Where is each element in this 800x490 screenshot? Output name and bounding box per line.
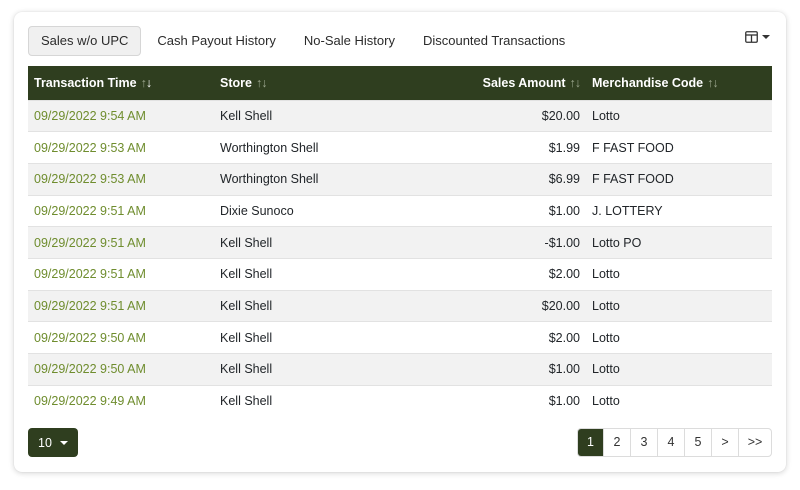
table-row: 09/29/2022 9:54 AM Kell Shell $20.00 Lot… <box>28 100 772 132</box>
table-row: 09/29/2022 9:53 AM Worthington Shell $1.… <box>28 131 772 164</box>
table-columns-icon <box>744 31 758 43</box>
table-row: 09/29/2022 9:51 AM Kell Shell $20.00 Lot… <box>28 290 772 322</box>
page-2-button[interactable]: 2 <box>603 429 630 456</box>
page-size-dropdown[interactable]: 10 <box>28 428 78 457</box>
sort-icon[interactable]: ↑↓ <box>707 76 718 90</box>
transaction-time-link[interactable]: 09/29/2022 9:51 AM <box>28 227 214 259</box>
store-cell: Kell Shell <box>220 235 273 250</box>
sales-amount-cell: $1.00 <box>548 394 580 409</box>
last-page-button[interactable]: >> <box>738 429 771 456</box>
table-row: 09/29/2022 9:51 AM Kell Shell $2.00 Lott… <box>28 258 772 291</box>
transactions-table: Transaction Time ↑↓ Store ↑↓ Sales Amount ↑… <box>28 66 772 417</box>
merchandise-code-cell: F FAST FOOD <box>592 140 674 155</box>
chevron-down-icon <box>59 440 68 445</box>
store-cell: Kell Shell <box>220 298 273 313</box>
tab-sales-wo-upc[interactable]: Sales w/o UPC <box>28 26 142 56</box>
header-store[interactable]: Store ↑↓ <box>214 66 404 100</box>
transaction-time-link[interactable]: 09/29/2022 9:51 AM <box>28 258 214 290</box>
transaction-time-link[interactable]: 09/29/2022 9:49 AM <box>28 385 214 417</box>
merchandise-code-cell: Lotto <box>592 298 620 313</box>
sales-amount-cell: $1.99 <box>548 140 580 155</box>
sales-amount-cell: $20.00 <box>541 298 580 313</box>
merchandise-code-cell: Lotto <box>592 108 620 123</box>
store-cell: Kell Shell <box>220 267 273 282</box>
page-1-button[interactable]: 1 <box>578 429 603 456</box>
header-merchandise-code[interactable]: Merchandise Code ↑↓ <box>586 66 772 100</box>
sort-icon[interactable]: ↑↓ <box>141 76 153 90</box>
table-row: 09/29/2022 9:50 AM Kell Shell $1.00 Lott… <box>28 353 772 386</box>
merchandise-code-cell: Lotto <box>592 267 620 282</box>
merchandise-code-cell: J. LOTTERY <box>592 203 663 218</box>
store-cell: Worthington Shell <box>220 172 319 187</box>
tab-discounted-transactions[interactable]: Discounted Transactions <box>411 26 577 56</box>
sales-amount-cell: $1.00 <box>548 203 580 218</box>
store-cell: Kell Shell <box>220 362 273 377</box>
page-3-button[interactable]: 3 <box>630 429 657 456</box>
table-row: 09/29/2022 9:53 AM Worthington Shell $6.… <box>28 163 772 196</box>
transaction-time-link[interactable]: 09/29/2022 9:50 AM <box>28 322 214 354</box>
merchandise-code-cell: Lotto <box>592 362 620 377</box>
sales-amount-cell: $20.00 <box>541 108 580 123</box>
transactions-card: Sales w/o UPC Cash Payout History No-Sal… <box>14 12 786 472</box>
transaction-time-link[interactable]: 09/29/2022 9:50 AM <box>28 354 214 386</box>
transaction-time-link[interactable]: 09/29/2022 9:53 AM <box>28 132 214 164</box>
sales-amount-cell: $6.99 <box>548 172 580 187</box>
transaction-time-link[interactable]: 09/29/2022 9:53 AM <box>28 163 214 195</box>
page-5-button[interactable]: 5 <box>684 429 711 456</box>
header-sales-amount[interactable]: Sales Amount ↑↓ <box>404 66 586 100</box>
store-cell: Dixie Sunoco <box>220 203 294 218</box>
store-cell: Worthington Shell <box>220 140 319 155</box>
merchandise-code-cell: F FAST FOOD <box>592 172 674 187</box>
sales-amount-cell: $1.00 <box>548 362 580 377</box>
table-header-row: Transaction Time ↑↓ Store ↑↓ Sales Amount ↑… <box>28 66 772 100</box>
table-row: 09/29/2022 9:51 AM Dixie Sunoco $1.00 J.… <box>28 195 772 227</box>
store-cell: Kell Shell <box>220 108 273 123</box>
table-row: 09/29/2022 9:51 AM Kell Shell -$1.00 Lot… <box>28 226 772 259</box>
transaction-time-link[interactable]: 09/29/2022 9:54 AM <box>28 100 214 132</box>
transaction-time-link[interactable]: 09/29/2022 9:51 AM <box>28 290 214 322</box>
sort-icon[interactable]: ↑↓ <box>570 76 581 90</box>
header-transaction-time[interactable]: Transaction Time ↑↓ <box>28 66 214 100</box>
merchandise-code-cell: Lotto PO <box>592 235 642 250</box>
page-size-value: 10 <box>38 435 52 450</box>
merchandise-code-cell: Lotto <box>592 394 620 409</box>
table-row: 09/29/2022 9:50 AM Kell Shell $2.00 Lott… <box>28 321 772 354</box>
tab-cash-payout-history[interactable]: Cash Payout History <box>145 26 288 56</box>
sales-amount-cell: $2.00 <box>548 330 580 345</box>
sales-amount-cell: $2.00 <box>548 267 580 282</box>
store-cell: Kell Shell <box>220 394 273 409</box>
sales-amount-cell: -$1.00 <box>544 235 580 250</box>
page-4-button[interactable]: 4 <box>657 429 684 456</box>
merchandise-code-cell: Lotto <box>592 330 620 345</box>
chevron-down-icon <box>761 35 770 39</box>
pagination: 1 2 3 4 5 > >> <box>577 428 772 457</box>
store-cell: Kell Shell <box>220 330 273 345</box>
next-page-button[interactable]: > <box>711 429 738 456</box>
column-toggle-button[interactable] <box>742 28 772 46</box>
transaction-time-link[interactable]: 09/29/2022 9:51 AM <box>28 195 214 227</box>
tab-no-sale-history[interactable]: No-Sale History <box>292 26 407 56</box>
table-row: 09/29/2022 9:49 AM Kell Shell $1.00 Lott… <box>28 385 772 417</box>
sort-icon[interactable]: ↑↓ <box>256 76 267 90</box>
report-tabs: Sales w/o UPC Cash Payout History No-Sal… <box>28 26 581 56</box>
